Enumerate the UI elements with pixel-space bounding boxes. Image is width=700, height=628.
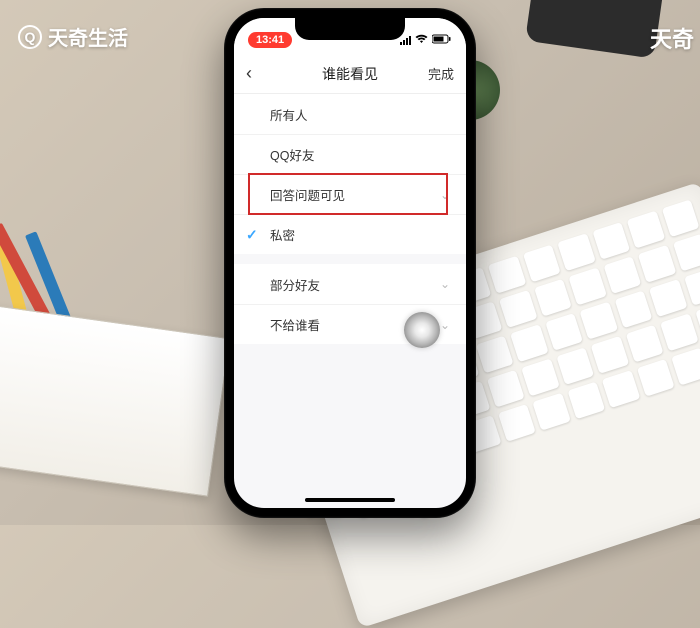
nav-header: ‹ 谁能看见 完成 <box>234 54 466 94</box>
status-icons <box>400 34 452 47</box>
back-button[interactable]: ‹ <box>246 63 282 84</box>
chevron-down-icon: ⌄ <box>440 188 450 202</box>
done-button[interactable]: 完成 <box>418 64 454 83</box>
option-private[interactable]: ✓ 私密 <box>234 214 466 254</box>
chevron-down-icon: ⌄ <box>440 318 450 332</box>
wifi-icon <box>415 34 428 47</box>
visibility-options-list: 所有人 QQ好友 回答问题可见 ⌄ ✓ 私密 部分好友 ⌄ <box>234 94 466 344</box>
option-label: 部分好友 <box>270 275 320 294</box>
watermark-right: 天奇 <box>650 22 694 54</box>
options-group-1: 所有人 QQ好友 回答问题可见 ⌄ ✓ 私密 <box>234 94 466 254</box>
watermark-logo-icon: Q <box>18 25 42 49</box>
chevron-down-icon: ⌄ <box>440 277 450 291</box>
phone-screen: 13:41 ‹ 谁能看见 完成 所有人 <box>234 18 466 508</box>
phone-notch <box>295 18 405 40</box>
option-answer-question[interactable]: 回答问题可见 ⌄ <box>234 174 466 214</box>
option-some-friends[interactable]: 部分好友 ⌄ <box>234 264 466 304</box>
phone-frame: 13:41 ‹ 谁能看见 完成 所有人 <box>224 8 476 518</box>
checkmark-icon: ✓ <box>246 226 258 243</box>
option-label: 所有人 <box>270 105 308 124</box>
bg-speaker <box>525 0 665 59</box>
home-indicator[interactable] <box>305 498 395 502</box>
page-title: 谁能看见 <box>322 64 378 84</box>
option-label: 私密 <box>270 225 295 244</box>
option-label: QQ好友 <box>270 145 314 164</box>
battery-icon <box>432 34 452 47</box>
watermark-left-text: 天奇生活 <box>48 22 128 51</box>
option-label: 回答问题可见 <box>270 185 345 204</box>
option-everyone[interactable]: 所有人 <box>234 94 466 134</box>
status-time: 13:41 <box>248 32 292 48</box>
cellular-icon <box>400 35 411 45</box>
option-label: 不给谁看 <box>270 315 320 334</box>
assistive-touch-button[interactable] <box>404 312 440 348</box>
option-qq-friends[interactable]: QQ好友 <box>234 134 466 174</box>
watermark-left: Q 天奇生活 <box>18 22 128 51</box>
